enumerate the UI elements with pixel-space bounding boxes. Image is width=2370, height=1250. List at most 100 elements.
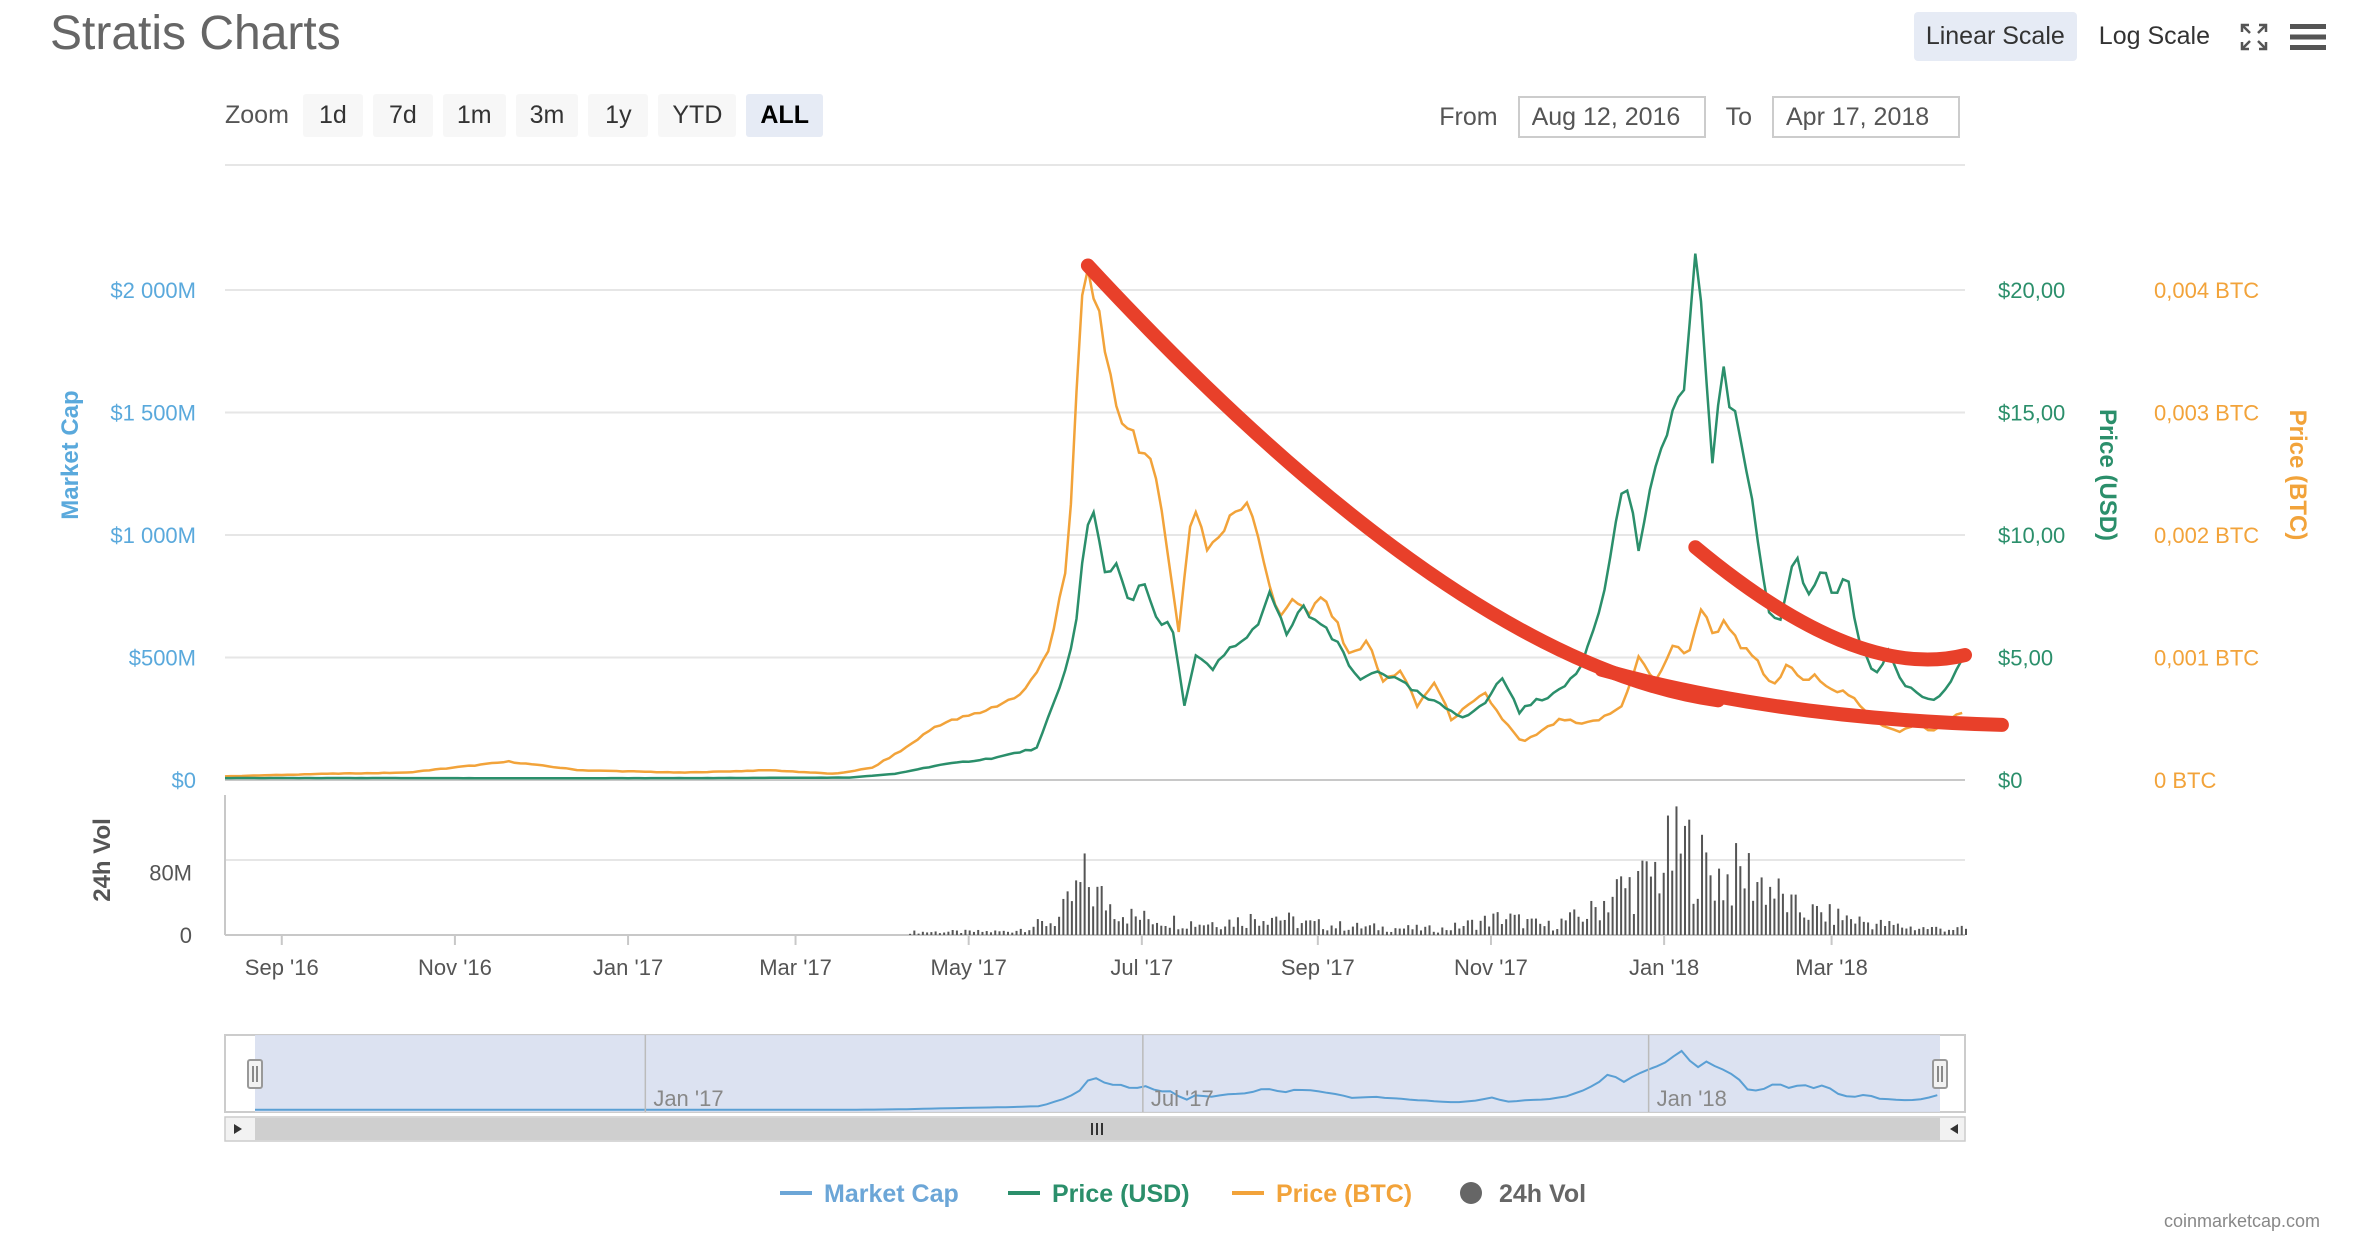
volume-tick-label: 0 (180, 923, 192, 948)
volume-bar (1275, 916, 1278, 935)
x-tick-label: Nov '16 (418, 955, 492, 980)
volume-bar (1811, 904, 1814, 935)
price-btc-tick-label: 0 BTC (2154, 768, 2216, 793)
volume-bar (1449, 930, 1452, 935)
volume-bar (1313, 921, 1316, 935)
volume-bar (1415, 924, 1418, 935)
annotation-curve (1688, 540, 1972, 667)
volume-bar (1087, 887, 1090, 935)
volume-bar (913, 930, 916, 935)
volume-bar (1841, 920, 1844, 935)
volume-bar (1692, 903, 1695, 935)
volume-bar (1351, 926, 1354, 935)
volume-bar (1053, 926, 1056, 935)
navigator-tick-label: Jul '17 (1151, 1086, 1214, 1111)
volume-bar (1965, 928, 1967, 935)
volume-bar (1637, 871, 1640, 935)
volume-bar (930, 932, 933, 935)
volume-bar (1837, 908, 1840, 935)
volume-bar (1671, 870, 1674, 935)
volume-bar (1632, 914, 1635, 935)
volume-bar (1062, 898, 1065, 935)
navigator[interactable]: Jan '17 Jul '17 Jan '18 (224, 1034, 1966, 1142)
price-usd-axis: $0 $5,00 $10,00 $15,00 $20,00 Price (USD) (1998, 278, 2121, 793)
volume-bar (1786, 912, 1789, 935)
volume-bar (1696, 898, 1699, 935)
volume-bar (977, 929, 980, 935)
volume-bar (1615, 879, 1618, 935)
volume-bar (1794, 894, 1797, 935)
volume-bar (1402, 928, 1405, 935)
volume-bar (1628, 877, 1631, 935)
volume-bar (1454, 922, 1457, 935)
volume-bar (1930, 927, 1933, 935)
volume-bar (1117, 921, 1120, 935)
price-usd-tick-label: $10,00 (1998, 523, 2065, 548)
volume-bar (1330, 925, 1333, 935)
volume-bar (1258, 925, 1261, 935)
volume-bar (1100, 886, 1103, 935)
volume-bar (1488, 926, 1491, 935)
volume-bar (1109, 904, 1112, 935)
volume-bar (960, 933, 963, 935)
legend-item[interactable]: Price (BTC) (1232, 1180, 1412, 1208)
volume-bar (1824, 921, 1827, 935)
stratis-chart: $0 $500M $1 000M $1 500M $2 000M Market Cap $… (57, 164, 2311, 1208)
volume-bar (1249, 913, 1252, 935)
volume-bar (1752, 900, 1755, 935)
volume-bar (1730, 905, 1733, 935)
volume-bar (1164, 926, 1167, 935)
market-cap-axis-title: Market Cap (57, 390, 84, 519)
volume-bar (1679, 853, 1682, 935)
volume-bar (938, 933, 941, 935)
legend-item[interactable]: Price (USD) (1008, 1180, 1190, 1208)
volume-bar (981, 931, 984, 935)
volume-bar (1828, 904, 1831, 935)
volume-bar (955, 930, 958, 935)
navigator-handle[interactable] (1932, 1059, 1948, 1089)
volume-bar (1926, 929, 1929, 935)
legend-item[interactable]: Market Cap (780, 1180, 959, 1208)
volume-bar (1688, 819, 1691, 935)
volume-bar (1517, 914, 1520, 935)
volume-bar (1845, 915, 1848, 935)
volume-bar (1024, 932, 1027, 935)
volume-bar (1143, 910, 1146, 935)
volume-bar (926, 932, 929, 935)
navigator-handle[interactable] (247, 1059, 263, 1089)
volume-bar (1156, 922, 1159, 935)
volume-bar (1534, 918, 1537, 935)
volume-bar (1896, 923, 1899, 935)
volume-bar (1850, 919, 1853, 935)
volume-bar (1820, 912, 1823, 935)
volume-bar (1138, 919, 1141, 935)
volume-bar (1713, 900, 1716, 935)
market-cap-tick-label: $1 500M (110, 401, 196, 426)
volume-bar (1492, 913, 1495, 935)
credit-link[interactable]: coinmarketcap.com (2164, 1211, 2320, 1232)
legend-item[interactable]: 24h Vol (1460, 1180, 1586, 1208)
volume-bar (1279, 920, 1282, 935)
volume-bar (1505, 919, 1508, 935)
x-tick-label: May '17 (931, 955, 1007, 980)
volume-bar (1011, 932, 1014, 935)
volume-bar (951, 930, 954, 935)
volume-bar (1219, 929, 1222, 935)
legend-label: Market Cap (824, 1180, 959, 1208)
volume-bar (1207, 924, 1210, 935)
volume-bar (1007, 931, 1010, 935)
volume-bar (968, 930, 971, 935)
volume-bar (1130, 908, 1133, 935)
legend-label: Price (USD) (1052, 1180, 1190, 1208)
volume-bar (1483, 915, 1486, 935)
volume-bar (1666, 815, 1669, 935)
volume-bar (1160, 925, 1163, 935)
volume-bar (1777, 878, 1780, 935)
volume-bar (994, 930, 997, 935)
volume-bar (1526, 919, 1529, 935)
volume-bar (1381, 926, 1384, 935)
volume-bar (998, 931, 1001, 935)
volume-bar (1245, 927, 1248, 935)
price-btc-tick-label: 0,004 BTC (2154, 278, 2259, 303)
volume-bar (1462, 926, 1465, 935)
